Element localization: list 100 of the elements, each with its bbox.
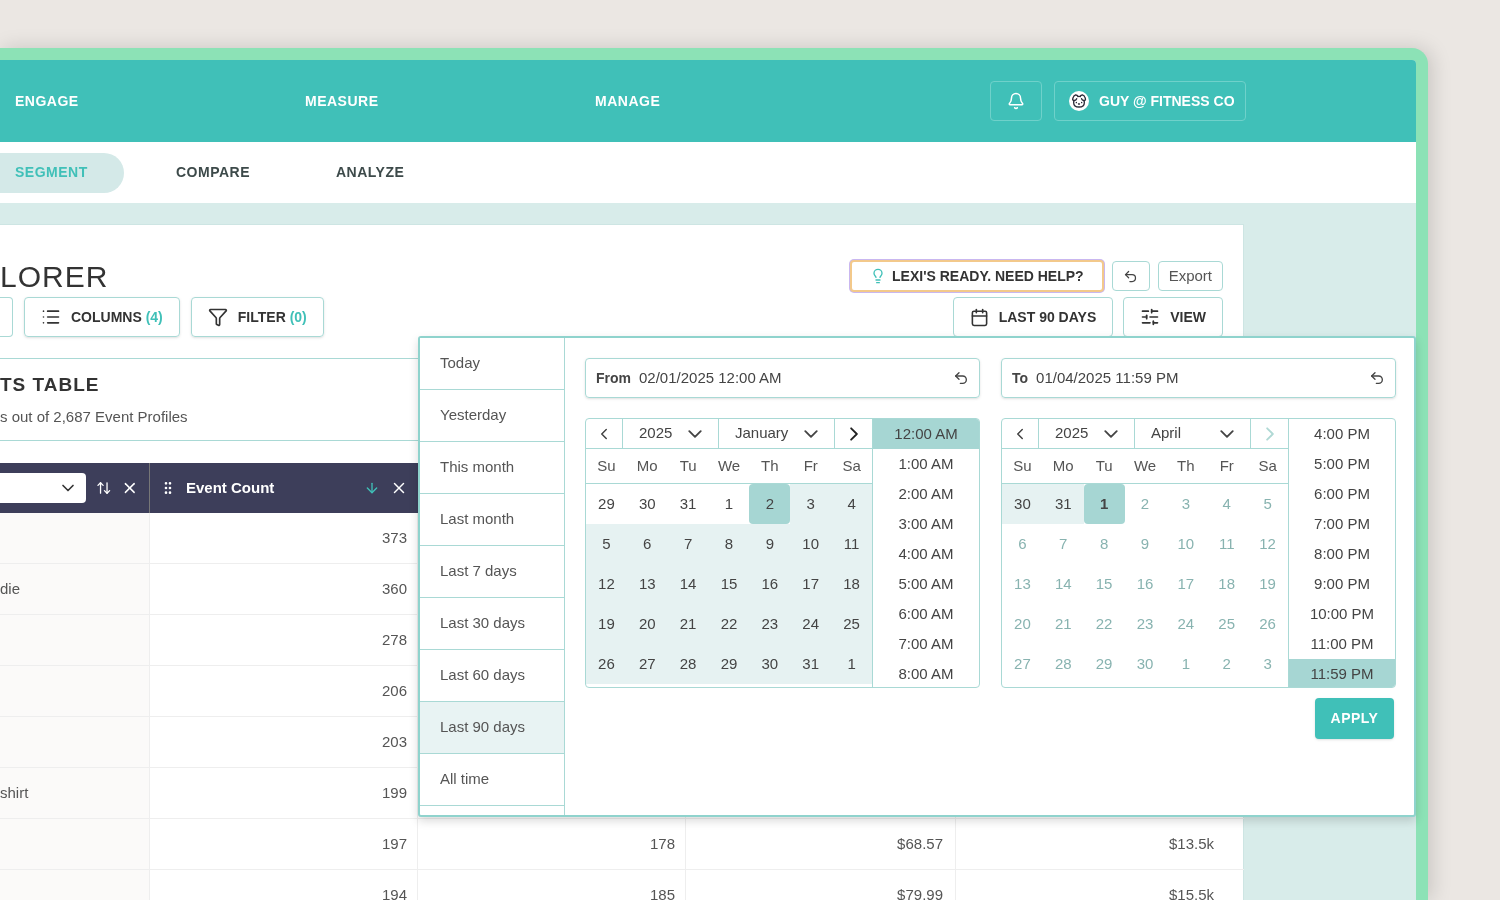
- time-option[interactable]: 7:00 AM: [873, 629, 979, 659]
- calendar-day[interactable]: 30: [1002, 484, 1043, 524]
- weekday-label: Mo: [635, 455, 659, 476]
- undo-button[interactable]: [1111, 261, 1150, 291]
- toolbar-button[interactable]: FILTER (0): [190, 297, 324, 337]
- time-option[interactable]: 6:00 PM: [1289, 479, 1395, 509]
- calendar-day[interactable]: 7: [667, 524, 709, 564]
- year-select[interactable]: 2025: [623, 419, 719, 448]
- chevron-down-icon: [688, 429, 702, 438]
- undo-arrow-icon[interactable]: [1369, 370, 1385, 386]
- calendar-day[interactable]: 24: [790, 604, 832, 644]
- time-option[interactable]: 12:00 AM: [873, 419, 979, 449]
- calendar-day[interactable]: 17: [790, 564, 832, 604]
- calendar-day[interactable]: 5: [586, 524, 627, 564]
- calendar-day[interactable]: 6: [626, 524, 668, 564]
- calendar-day[interactable]: 30: [749, 644, 791, 684]
- time-option[interactable]: 6:00 AM: [873, 599, 979, 629]
- preset-option[interactable]: Last 30 days: [420, 598, 564, 650]
- weekday-label: Tu: [678, 455, 698, 476]
- calendar-day[interactable]: 28: [667, 644, 709, 684]
- time-option[interactable]: 8:00 AM: [873, 659, 979, 687]
- time-option[interactable]: 1:00 AM: [873, 449, 979, 479]
- time-option[interactable]: 11:59 PM: [1289, 659, 1395, 687]
- calendar-day[interactable]: 26: [586, 644, 627, 684]
- preset-option[interactable]: Today: [420, 338, 564, 390]
- month-select[interactable]: April: [1135, 419, 1251, 448]
- calendar-day[interactable]: 25: [831, 604, 872, 644]
- time-option[interactable]: 5:00 PM: [1289, 449, 1395, 479]
- preset-option[interactable]: Last 90 days: [420, 702, 564, 754]
- table-cell: die: [0, 564, 150, 614]
- sub-navigation-tab[interactable]: ANALYZE: [284, 152, 444, 193]
- sort-icon[interactable]: [364, 480, 380, 496]
- calendar-day[interactable]: 27: [626, 644, 668, 684]
- help-button[interactable]: LEXI'S READY. NEED HELP?: [850, 260, 1104, 292]
- table-cell-text: $13.5k: [1167, 833, 1215, 854]
- calendar-day[interactable]: 14: [667, 564, 709, 604]
- table-cell: $68.57: [686, 819, 956, 869]
- preset-option[interactable]: All time: [420, 754, 564, 806]
- table-cell: 194: [150, 870, 418, 900]
- calendar-day[interactable]: 21: [667, 604, 709, 644]
- table-cell-text: $15.5k: [1167, 884, 1215, 900]
- date-field-label: From: [596, 368, 631, 388]
- weekday-label: Tu: [1094, 455, 1114, 476]
- calendar-day[interactable]: 22: [708, 604, 750, 644]
- time-option[interactable]: 11:00 PM: [1289, 629, 1395, 659]
- sort-icon[interactable]: [95, 480, 112, 496]
- table-cell: 197: [150, 819, 418, 869]
- calendar-day[interactable]: 16: [749, 564, 791, 604]
- calendar-day[interactable]: 12: [586, 564, 627, 604]
- time-option[interactable]: 7:00 PM: [1289, 509, 1395, 539]
- weekday-label: Fr: [802, 455, 819, 476]
- date-field-label: To: [1012, 368, 1029, 388]
- undo-arrow-icon[interactable]: [953, 370, 969, 386]
- time-option[interactable]: 4:00 AM: [873, 539, 979, 569]
- month-select[interactable]: January: [719, 419, 835, 448]
- table-cell: 178: [418, 819, 686, 869]
- preset-option[interactable]: Last month: [420, 494, 564, 546]
- toolbar-button[interactable]: COLUMNS (4): [24, 297, 180, 337]
- table-cell: shirt: [0, 768, 150, 818]
- preset-option[interactable]: This month: [420, 442, 564, 494]
- chevron-down-icon: [804, 429, 818, 438]
- time-option[interactable]: 3:00 AM: [873, 509, 979, 539]
- weekday-label: We: [1132, 455, 1158, 476]
- date-field[interactable]: From 02/01/2025 12:00 AM: [585, 358, 980, 398]
- calendar-day[interactable]: 31: [790, 644, 832, 684]
- year-select[interactable]: 2025: [1039, 419, 1135, 448]
- calendar-day[interactable]: 2: [749, 484, 791, 524]
- calendar-day[interactable]: 3: [790, 484, 832, 524]
- calendar-day[interactable]: 4: [831, 484, 872, 524]
- calendar-day[interactable]: 15: [708, 564, 750, 604]
- preset-option[interactable]: Last 60 days: [420, 650, 564, 702]
- calendar-day[interactable]: 19: [586, 604, 627, 644]
- time-option[interactable]: 4:00 PM: [1289, 419, 1395, 449]
- calendar-day[interactable]: 8: [708, 524, 750, 564]
- calendar-day[interactable]: 20: [626, 604, 668, 644]
- weekday-label: Th: [760, 455, 780, 476]
- calendar-day[interactable]: 13: [626, 564, 668, 604]
- calendar-day[interactable]: 1: [831, 644, 872, 684]
- time-option[interactable]: 2:00 AM: [873, 479, 979, 509]
- date-field[interactable]: To 01/04/2025 11:59 PM: [1001, 358, 1396, 398]
- calendar-day[interactable]: 31: [1042, 484, 1084, 524]
- export-button[interactable]: Export: [1157, 261, 1223, 291]
- time-option[interactable]: 9:00 PM: [1289, 569, 1395, 599]
- sub-navigation-tab[interactable]: COMPARE: [124, 152, 284, 193]
- calendar-day[interactable]: 23: [749, 604, 791, 644]
- calendar-day[interactable]: 29: [708, 644, 750, 684]
- calendar-day[interactable]: 11: [831, 524, 872, 564]
- preset-option[interactable]: Last 7 days: [420, 546, 564, 598]
- calendar-day[interactable]: 10: [790, 524, 832, 564]
- bell-icon: [1007, 92, 1025, 110]
- time-option[interactable]: 8:00 PM: [1289, 539, 1395, 569]
- weekday-label: Sa: [841, 455, 862, 476]
- time-option[interactable]: 10:00 PM: [1289, 599, 1395, 629]
- time-option[interactable]: 5:00 AM: [873, 569, 979, 599]
- preset-option[interactable]: Yesterday: [420, 390, 564, 442]
- avatar-icon: [1069, 91, 1089, 111]
- date-field-value: 02/01/2025 12:00 AM: [639, 367, 782, 388]
- calendar-day[interactable]: 9: [749, 524, 791, 564]
- calendar-day[interactable]: 1: [1083, 484, 1125, 524]
- calendar-day[interactable]: 18: [831, 564, 872, 604]
